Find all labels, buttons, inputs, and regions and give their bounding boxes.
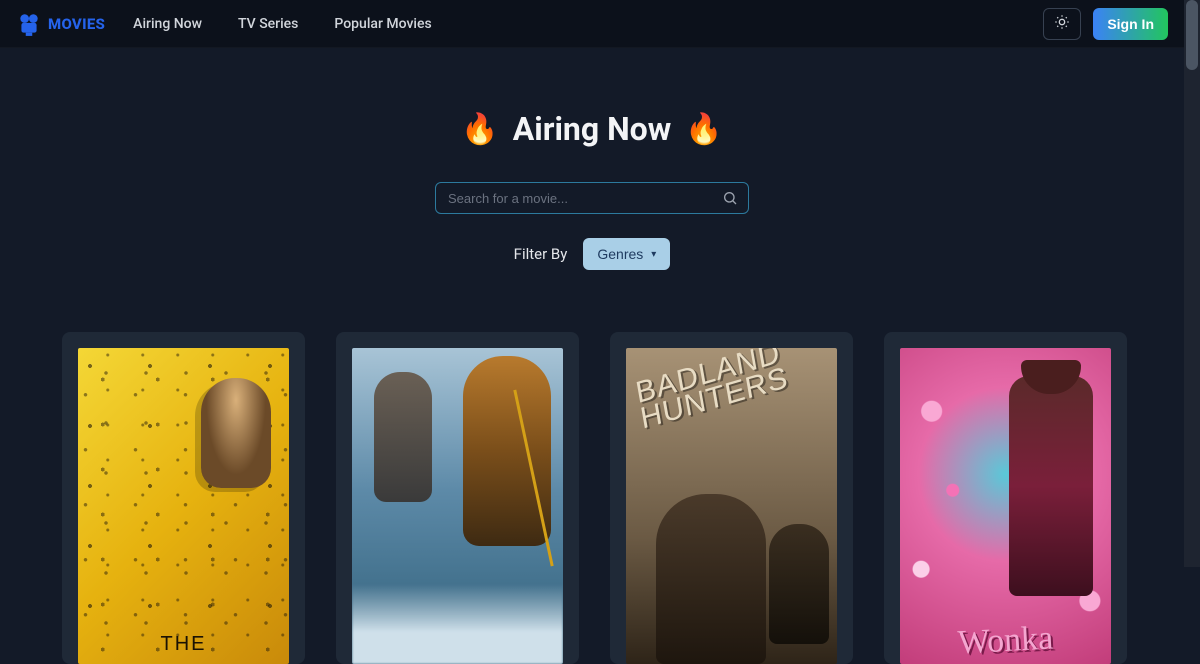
movie-card[interactable]: THE	[62, 332, 305, 664]
hero: 🔥 Airing Now 🔥 Filter By Genres ▾	[0, 48, 1184, 270]
nav-tv-series[interactable]: TV Series	[238, 16, 298, 32]
sun-icon	[1054, 14, 1070, 33]
nav-airing-now[interactable]: Airing Now	[133, 16, 202, 32]
nav-links: Airing Now TV Series Popular Movies	[133, 16, 432, 32]
poster-title: THE	[78, 634, 289, 654]
search-input[interactable]	[448, 191, 722, 206]
genres-dropdown[interactable]: Genres ▾	[583, 238, 670, 270]
search-icon[interactable]	[722, 190, 738, 206]
scrollbar[interactable]	[1184, 0, 1200, 567]
navbar: MOVIES Airing Now TV Series Popular Movi…	[0, 0, 1184, 48]
movie-poster	[352, 348, 563, 664]
movie-poster: Wonka	[900, 348, 1111, 664]
movie-poster: THE	[78, 348, 289, 664]
nav-right: Sign In	[1043, 8, 1168, 40]
filter-row: Filter By Genres ▾	[0, 238, 1184, 270]
theme-toggle-button[interactable]	[1043, 8, 1081, 40]
movie-grid: THE BADLAND HUNTERS	[0, 270, 1184, 664]
movie-card[interactable]: Wonka	[884, 332, 1127, 664]
genres-label: Genres	[597, 246, 643, 262]
filter-label: Filter By	[514, 245, 568, 263]
search-box[interactable]	[435, 182, 749, 214]
fire-icon: 🔥	[461, 112, 498, 147]
signin-button[interactable]: Sign In	[1093, 8, 1168, 40]
camera-icon	[16, 11, 42, 37]
fire-icon: 🔥	[685, 112, 722, 147]
nav-popular-movies[interactable]: Popular Movies	[334, 16, 431, 32]
brand-name: MOVIES	[48, 15, 105, 33]
poster-title: BADLAND HUNTERS	[634, 348, 790, 432]
logo[interactable]: MOVIES	[16, 11, 105, 37]
page-title-text: Airing Now	[513, 110, 671, 148]
movie-poster: BADLAND HUNTERS	[626, 348, 837, 664]
page-title: 🔥 Airing Now 🔥	[461, 110, 722, 148]
scrollbar-thumb[interactable]	[1186, 0, 1198, 70]
movie-card[interactable]: BADLAND HUNTERS	[610, 332, 853, 664]
chevron-down-icon: ▾	[651, 249, 656, 260]
movie-card[interactable]	[336, 332, 579, 664]
